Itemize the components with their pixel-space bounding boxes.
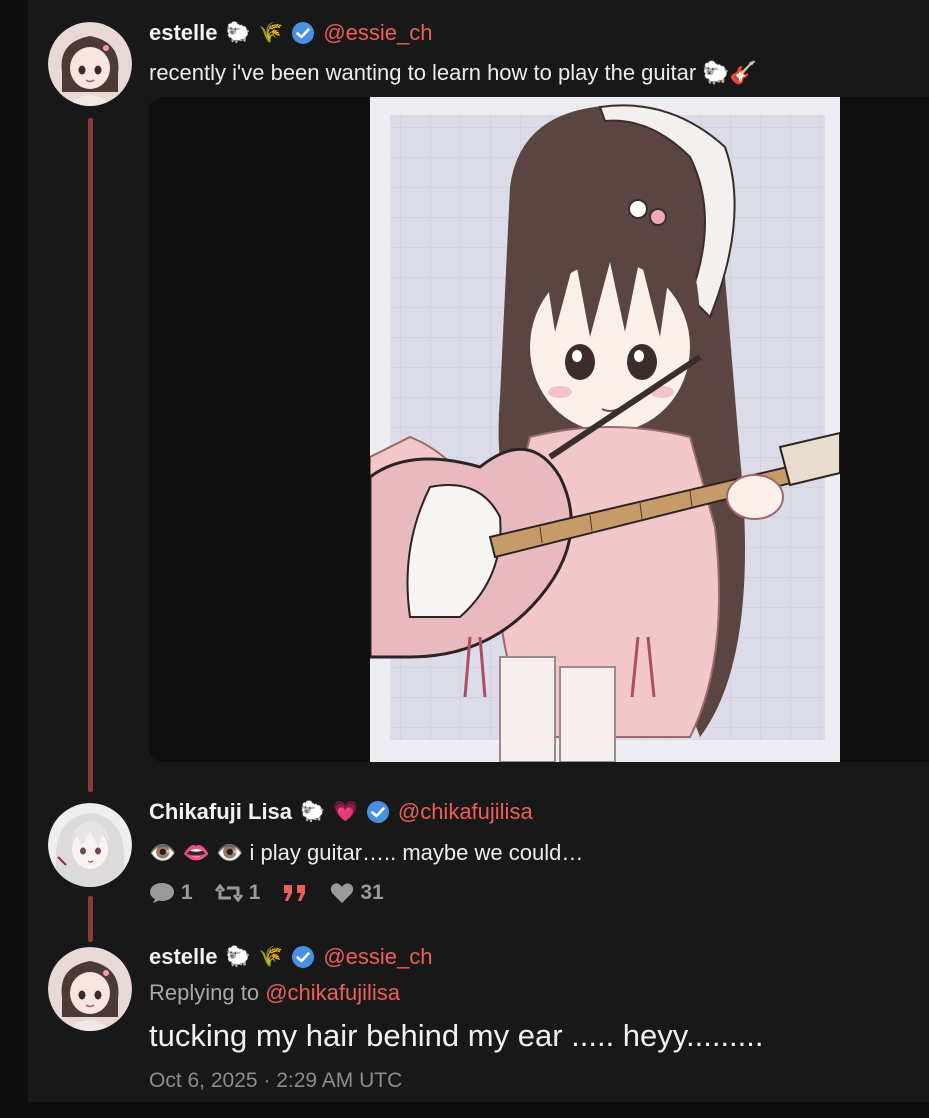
post-text: recently i've been wanting to learn how … bbox=[149, 60, 758, 85]
like-button[interactable]: 31 bbox=[330, 881, 384, 905]
quote-icon bbox=[284, 885, 306, 901]
post-header: estelle 🐑 🌾 @essie_ch bbox=[149, 20, 432, 46]
verified-badge-icon bbox=[292, 946, 315, 968]
author-handle[interactable]: @essie_ch bbox=[323, 944, 432, 970]
repost-count: 1 bbox=[248, 881, 261, 904]
verified-badge-icon bbox=[292, 22, 315, 44]
avatar-chikafuji-lisa[interactable] bbox=[48, 803, 132, 887]
author-emoji: 🌾 bbox=[258, 22, 284, 44]
post-stats: 1 1 31 bbox=[149, 881, 384, 905]
author-emoji: 💗 bbox=[332, 801, 358, 823]
repost-button[interactable]: 1 bbox=[214, 881, 261, 905]
heart-icon bbox=[331, 883, 354, 903]
author-handle[interactable]: @essie_ch bbox=[323, 20, 432, 46]
post-text: tucking my hair behind my ear ..... heyy… bbox=[149, 1018, 764, 1053]
replying-to: Replying to @chikafujilisa bbox=[149, 980, 400, 1006]
author-handle[interactable]: @chikafujilisa bbox=[398, 799, 533, 825]
post-timestamp[interactable]: Oct 6, 2025 · 2:29 AM UTC bbox=[149, 1069, 402, 1093]
replying-to-handle[interactable]: @chikafujilisa bbox=[265, 980, 400, 1005]
avatar-estelle[interactable] bbox=[48, 22, 132, 106]
thread-connector bbox=[88, 896, 93, 942]
post-header: Chikafuji Lisa 🐑 💗 @chikafujilisa bbox=[149, 799, 533, 825]
comment-icon bbox=[150, 883, 174, 903]
author-name[interactable]: estelle bbox=[149, 944, 218, 970]
author-emoji: 🐑 bbox=[225, 22, 251, 44]
verified-badge-icon bbox=[366, 801, 389, 823]
reply-count: 1 bbox=[181, 881, 193, 904]
post-media[interactable] bbox=[149, 97, 929, 762]
post-text: 👁️ 👄 👁️ i play guitar….. maybe we could… bbox=[149, 840, 584, 865]
repost-icon bbox=[214, 883, 243, 903]
thread-connector bbox=[88, 118, 93, 792]
post-header: estelle 🐑 🌾 @essie_ch bbox=[149, 944, 432, 970]
author-emoji: 🐑 bbox=[300, 801, 325, 823]
avatar-estelle[interactable] bbox=[48, 947, 132, 1031]
replying-to-label: Replying to bbox=[149, 980, 260, 1005]
media-image[interactable] bbox=[368, 97, 841, 762]
author-name[interactable]: estelle bbox=[149, 20, 218, 46]
quote-button[interactable] bbox=[282, 882, 308, 904]
like-count: 31 bbox=[360, 881, 384, 904]
author-emoji: 🐑 bbox=[225, 946, 251, 968]
author-emoji: 🌾 bbox=[258, 946, 284, 968]
author-name[interactable]: Chikafuji Lisa bbox=[149, 799, 292, 825]
reply-button[interactable]: 1 bbox=[149, 881, 193, 905]
